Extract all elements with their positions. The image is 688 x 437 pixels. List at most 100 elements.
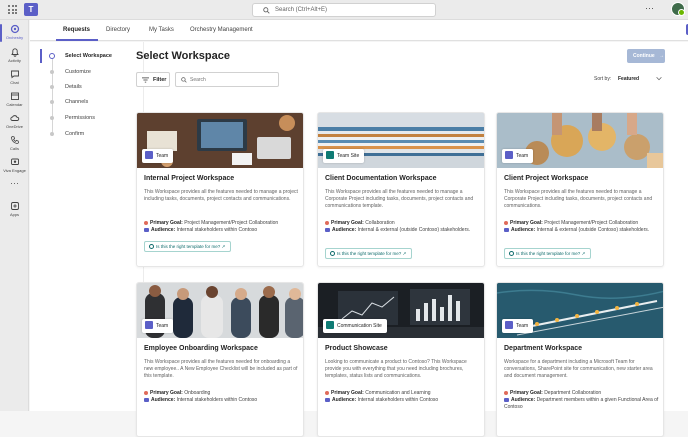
workspace-search[interactable] [175,72,279,87]
tab-requests[interactable]: Requests [63,27,90,33]
page-title: Select Workspace [136,50,230,62]
avatar[interactable] [671,2,685,16]
step-channels[interactable]: Channels [40,95,140,109]
continue-button[interactable]: Continue → [627,49,665,63]
goal-icon [504,220,508,225]
people-icon [144,397,149,402]
card-description: Looking to communicate a product to Cont… [325,359,467,379]
rail-label: Viva Engage [3,168,26,173]
workspace-card[interactable]: Team Client Project Workspace This Works… [496,112,664,267]
chevron-down-icon[interactable] [656,76,662,81]
rail-item-apps[interactable]: Apps [0,199,29,223]
workspace-card[interactable]: Team Department Workspace Workspace for … [496,282,664,437]
workspace-card[interactable]: Team Site Client Documentation Workspace… [317,112,485,267]
rail-item-calendar[interactable]: Calendar [0,89,29,113]
type-badge: Team [502,319,534,333]
sort-label: Sort by: [594,76,612,82]
tab-my-tasks[interactable]: My Tasks [149,27,174,33]
rail-label: Activity [8,58,21,63]
goal-icon [325,390,329,395]
search-input[interactable] [190,76,270,84]
rail-label: Apps [9,212,20,217]
step-confirm[interactable]: Confirm [40,127,140,141]
filter-label: Filter [153,77,167,83]
workspace-card[interactable]: Communication Site Product Showcase Look… [317,282,485,437]
audience-value: Internal & external (outside Contoso) st… [357,227,471,233]
badge-label: Team [516,153,529,159]
audience-label: Audience: [151,397,176,403]
right-template-link[interactable]: Is this the right template for me? ↗ [144,241,232,252]
people-icon [504,397,509,402]
right-template-link[interactable]: Is this the right template for me? ↗ [504,248,592,259]
goal-label: Primary Goal: [510,220,543,226]
right-template-label: Is this the right template for me? [337,251,402,256]
goal-value: Project Management/Project Collaboration [544,220,639,226]
audience: Audience: Internal stakeholders within C… [144,397,300,404]
continue-label: Continue [633,53,655,59]
step-customize[interactable]: Customize [40,65,140,79]
badge-label: Team [156,323,169,329]
goal-value: Collaboration [365,220,395,226]
rail-item-activity[interactable]: Activity [0,45,29,69]
audience: Audience: Internal stakeholders within C… [325,397,481,404]
workspace-card[interactable]: Team Internal Project Workspace This Wor… [136,112,304,267]
rail-item-viva-engage[interactable]: Viva Engage [0,155,29,179]
teams-icon [505,151,513,160]
primary-goal: Primary Goal: Project Management/Project… [504,220,638,226]
audience: Audience: Department members within a gi… [504,397,660,411]
teams-icon [145,151,153,160]
goal-icon [325,220,329,225]
goal-icon [504,390,508,395]
right-template-label: Is this the right template for me? [156,244,221,249]
step-dot [50,70,54,74]
badge-label: Communication Site [337,323,382,329]
type-badge: Team [502,149,534,163]
rail-item-onedrive[interactable]: OneDrive [0,111,29,135]
external-link-icon: ↗ [581,251,586,256]
step-dot [50,132,54,136]
global-search-input[interactable]: Search (Ctrl+Alt+E) [252,3,436,17]
step-permissions[interactable]: Permissions [40,111,140,125]
question-icon [330,250,335,256]
teams-icon [145,321,153,330]
card-title: Department Workspace [504,345,583,352]
teams-logo-icon: T [24,3,38,16]
rail-item-orchestry[interactable]: Orchestry [0,22,29,46]
goal-value: Onboarding [184,390,211,396]
card-description: This Workspace provides all the features… [504,189,653,209]
rail-item-chat[interactable]: Chat [0,67,29,91]
card-title: Employee Onboarding Workspace [144,345,258,352]
step-label: Channels [65,99,89,105]
audience-label: Audience: [511,397,536,403]
step-select-workspace[interactable]: Select Workspace [40,49,140,63]
people-icon [144,227,149,232]
rail-more-icon[interactable]: ··· [0,178,29,188]
rail-item-calls[interactable]: Calls [0,133,29,157]
goal-value: Department Collaboration [544,390,602,396]
title-bar: T Search (Ctrl+Alt+E) ··· [0,0,688,20]
step-details[interactable]: Details [40,80,140,94]
tab-orchestry-management[interactable]: Orchestry Management [190,27,253,33]
audience: Audience: Internal stakeholders within C… [144,227,300,234]
card-description: This Workspace provides all the features… [144,359,298,379]
filter-button[interactable]: Filter [136,72,170,87]
app-launcher-icon[interactable] [8,5,17,14]
bell-icon [10,48,19,57]
audience-value: Internal & external (outside Contoso) st… [536,227,650,233]
goal-value: Communication and Learning [365,390,431,396]
more-options-icon[interactable]: ··· [645,3,654,13]
audience-label: Audience: [332,227,357,233]
goal-icon [144,390,148,395]
step-label: Confirm [65,131,85,137]
sort-select[interactable]: Featured [618,76,639,82]
rail-label: Orchestry [5,35,24,40]
audience-label: Audience: [511,227,536,233]
badge-label: Team [516,323,529,329]
chat-icon [10,70,19,79]
step-dot [50,85,54,89]
primary-goal: Primary Goal: Project Management/Project… [144,220,278,226]
workspace-card[interactable]: Team Employee Onboarding Workspace This … [136,282,304,437]
tab-directory[interactable]: Directory [106,27,130,33]
right-template-link[interactable]: Is this the right template for me? ↗ [325,248,413,259]
goal-label: Primary Goal: [331,390,364,396]
